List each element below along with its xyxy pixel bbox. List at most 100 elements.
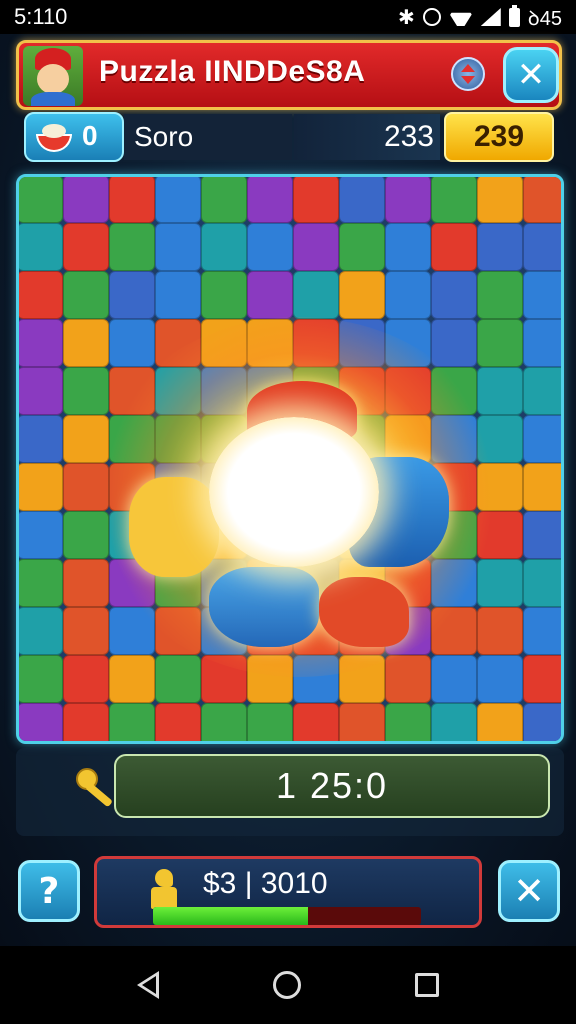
puzzle-piece[interactable]: [19, 703, 63, 741]
puzzle-piece[interactable]: [63, 223, 109, 271]
puzzle-piece[interactable]: [155, 703, 201, 741]
puzzle-piece[interactable]: [155, 655, 201, 703]
puzzle-piece[interactable]: [523, 319, 561, 367]
puzzle-piece[interactable]: [109, 655, 155, 703]
nav-home-icon[interactable]: [273, 971, 301, 999]
puzzle-piece[interactable]: [523, 703, 561, 741]
puzzle-piece[interactable]: [293, 177, 339, 223]
swap-button[interactable]: [451, 57, 485, 91]
puzzle-piece[interactable]: [431, 223, 477, 271]
puzzle-piece[interactable]: [109, 319, 155, 367]
puzzle-piece[interactable]: [477, 367, 523, 415]
elf-avatar-icon[interactable]: [23, 46, 83, 106]
puzzle-piece[interactable]: [477, 223, 523, 271]
puzzle-piece[interactable]: [155, 223, 201, 271]
puzzle-piece[interactable]: [385, 223, 431, 271]
nav-back-icon[interactable]: [137, 971, 159, 999]
progress-track: [153, 907, 421, 925]
puzzle-piece[interactable]: [477, 703, 523, 741]
puzzle-piece[interactable]: [247, 703, 293, 741]
puzzle-piece[interactable]: [19, 463, 63, 511]
puzzle-piece-blue-2[interactable]: [209, 567, 319, 647]
puzzle-piece[interactable]: [19, 511, 63, 559]
close-button-top[interactable]: ✕: [503, 47, 559, 103]
puzzle-piece[interactable]: [339, 271, 385, 319]
coin-counter[interactable]: 0: [24, 112, 124, 162]
puzzle-piece[interactable]: [63, 607, 109, 655]
puzzle-board[interactable]: [16, 174, 564, 744]
puzzle-piece[interactable]: [247, 223, 293, 271]
puzzle-piece[interactable]: [339, 177, 385, 223]
puzzle-piece[interactable]: [431, 271, 477, 319]
puzzle-piece[interactable]: [431, 655, 477, 703]
puzzle-piece[interactable]: [339, 223, 385, 271]
puzzle-piece[interactable]: [19, 415, 63, 463]
puzzle-piece[interactable]: [201, 177, 247, 223]
battery-icon: [508, 4, 520, 27]
puzzle-piece[interactable]: [19, 367, 63, 415]
puzzle-piece[interactable]: [109, 703, 155, 741]
puzzle-piece[interactable]: [63, 319, 109, 367]
puzzle-piece[interactable]: [63, 559, 109, 607]
puzzle-piece[interactable]: [109, 223, 155, 271]
help-icon: ?: [38, 870, 60, 912]
puzzle-piece-yellow[interactable]: [129, 477, 219, 577]
puzzle-piece[interactable]: [109, 177, 155, 223]
puzzle-piece[interactable]: [523, 177, 561, 223]
puzzle-piece[interactable]: [385, 271, 431, 319]
puzzle-piece[interactable]: [63, 703, 109, 741]
puzzle-piece[interactable]: [293, 271, 339, 319]
puzzle-piece[interactable]: [523, 463, 561, 511]
puzzle-piece[interactable]: [63, 177, 109, 223]
puzzle-piece-red[interactable]: [319, 577, 409, 647]
puzzle-piece[interactable]: [63, 271, 109, 319]
puzzle-piece[interactable]: [19, 223, 63, 271]
puzzle-piece[interactable]: [431, 703, 477, 741]
puzzle-piece[interactable]: [109, 271, 155, 319]
puzzle-piece[interactable]: [155, 177, 201, 223]
puzzle-piece[interactable]: [19, 177, 63, 223]
puzzle-piece[interactable]: [19, 559, 63, 607]
puzzle-piece[interactable]: [477, 177, 523, 223]
puzzle-piece[interactable]: [477, 319, 523, 367]
puzzle-piece[interactable]: [523, 655, 561, 703]
glowing-puzzle-piece[interactable]: [209, 417, 379, 567]
current-score: 233: [294, 114, 440, 160]
target-score: 239: [444, 112, 554, 162]
puzzle-piece[interactable]: [63, 655, 109, 703]
puzzle-piece[interactable]: [477, 607, 523, 655]
puzzle-piece[interactable]: [19, 271, 63, 319]
puzzle-piece[interactable]: [19, 319, 63, 367]
bowl-top: [42, 124, 66, 138]
chess-head: [155, 869, 173, 887]
puzzle-piece[interactable]: [523, 511, 561, 559]
puzzle-piece[interactable]: [523, 223, 561, 271]
puzzle-piece[interactable]: [385, 703, 431, 741]
puzzle-piece[interactable]: [523, 559, 561, 607]
puzzle-piece[interactable]: [201, 703, 247, 741]
puzzle-piece[interactable]: [19, 655, 63, 703]
puzzle-piece[interactable]: [431, 177, 477, 223]
puzzle-piece[interactable]: [385, 177, 431, 223]
puzzle-piece[interactable]: [523, 607, 561, 655]
puzzle-piece[interactable]: [523, 367, 561, 415]
puzzle-piece[interactable]: [63, 367, 109, 415]
puzzle-piece[interactable]: [477, 271, 523, 319]
puzzle-piece[interactable]: [523, 271, 561, 319]
puzzle-piece[interactable]: [19, 607, 63, 655]
nav-recent-icon[interactable]: [415, 973, 439, 997]
puzzle-piece[interactable]: [201, 223, 247, 271]
close-button-bottom[interactable]: ✕: [498, 860, 560, 922]
puzzle-piece[interactable]: [431, 319, 477, 367]
puzzle-piece[interactable]: [293, 223, 339, 271]
puzzle-piece[interactable]: [385, 655, 431, 703]
help-button[interactable]: ?: [18, 860, 80, 922]
puzzle-piece[interactable]: [247, 271, 293, 319]
puzzle-piece[interactable]: [201, 271, 247, 319]
puzzle-piece[interactable]: [247, 177, 293, 223]
puzzle-piece[interactable]: [477, 655, 523, 703]
puzzle-piece[interactable]: [293, 703, 339, 741]
puzzle-piece[interactable]: [155, 271, 201, 319]
puzzle-piece[interactable]: [523, 415, 561, 463]
puzzle-piece[interactable]: [339, 703, 385, 741]
